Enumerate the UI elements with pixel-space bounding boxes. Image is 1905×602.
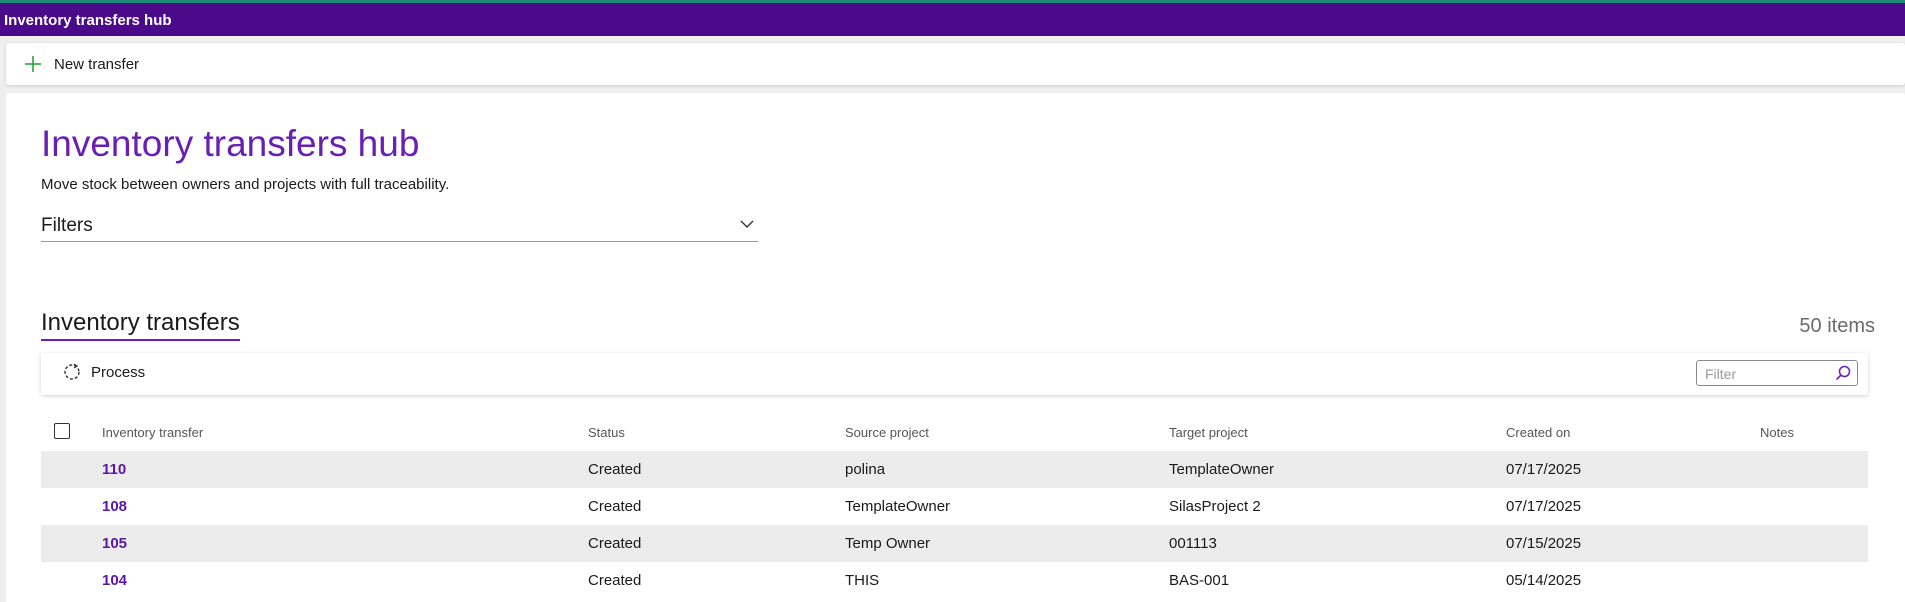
created-on-cell: 05/14/2025 bbox=[1506, 572, 1582, 589]
transfer-id-link[interactable]: 110 bbox=[102, 461, 126, 478]
app-titlebar: Inventory transfers hub bbox=[0, 0, 1905, 36]
grid-header: Inventory transfer Status Source project… bbox=[41, 411, 1868, 451]
command-bar: New transfer bbox=[6, 43, 1905, 85]
filter-input[interactable] bbox=[1703, 364, 1827, 384]
transfer-id-link[interactable]: 108 bbox=[102, 498, 127, 515]
target-project-cell: SilasProject 2 bbox=[1169, 498, 1261, 515]
transfer-id-link[interactable]: 104 bbox=[102, 572, 127, 589]
section-title: Inventory transfers bbox=[41, 309, 240, 341]
table-row[interactable]: 110 Created polina TemplateOwner 07/17/2… bbox=[41, 451, 1868, 488]
created-on-cell: 07/15/2025 bbox=[1506, 535, 1582, 552]
source-project-cell: polina bbox=[845, 461, 886, 478]
column-header[interactable]: Notes bbox=[1760, 425, 1794, 440]
table-row[interactable]: 104 Created THIS BAS-001 05/14/2025 bbox=[41, 562, 1868, 599]
grid-filter[interactable] bbox=[1696, 360, 1858, 386]
column-header[interactable]: Status bbox=[588, 425, 625, 440]
status-cell: Created bbox=[588, 572, 642, 589]
transfer-id-link[interactable]: 105 bbox=[102, 535, 127, 552]
filters-label: Filters bbox=[41, 215, 93, 236]
refresh-icon bbox=[64, 363, 80, 380]
main-content: Inventory transfers hub Move stock betwe… bbox=[6, 93, 1905, 602]
filters-expander[interactable]: Filters bbox=[41, 211, 758, 242]
search-icon[interactable] bbox=[1835, 365, 1851, 381]
status-cell: Created bbox=[588, 535, 642, 552]
grid-toolbar: Process bbox=[41, 353, 1868, 395]
app-title: Inventory transfers hub bbox=[4, 12, 172, 29]
source-project-cell: TemplateOwner bbox=[845, 498, 951, 515]
new-transfer-button[interactable]: New transfer bbox=[24, 51, 139, 77]
process-button[interactable]: Process bbox=[63, 363, 145, 381]
column-header[interactable]: Inventory transfer bbox=[102, 425, 203, 440]
table-row[interactable]: 108 Created TemplateOwner SilasProject 2… bbox=[41, 488, 1868, 525]
table-row[interactable]: 105 Created Temp Owner 001113 07/15/2025 bbox=[41, 525, 1868, 562]
target-project-cell: BAS-001 bbox=[1169, 572, 1230, 589]
page-title: Inventory transfers hub bbox=[41, 123, 420, 164]
source-project-cell: Temp Owner bbox=[845, 535, 931, 552]
created-on-cell: 07/17/2025 bbox=[1506, 461, 1582, 478]
created-on-cell: 07/17/2025 bbox=[1506, 498, 1582, 515]
process-label: Process bbox=[91, 363, 146, 381]
select-all-checkbox[interactable] bbox=[54, 423, 70, 439]
column-header[interactable]: Source project bbox=[845, 425, 929, 440]
target-project-cell: TemplateOwner bbox=[1169, 461, 1275, 478]
column-header[interactable]: Created on bbox=[1506, 425, 1570, 440]
target-project-cell: 001113 bbox=[1169, 535, 1217, 552]
page-subtitle: Move stock between owners and projects w… bbox=[41, 176, 450, 193]
plus-icon bbox=[25, 56, 41, 72]
chevron-down-icon bbox=[740, 220, 754, 228]
item-count: 50 items bbox=[1799, 315, 1875, 337]
transfers-grid: Inventory transfer Status Source project… bbox=[41, 411, 1868, 599]
new-transfer-label: New transfer bbox=[54, 55, 140, 73]
status-cell: Created bbox=[588, 498, 642, 515]
column-header[interactable]: Target project bbox=[1169, 425, 1248, 440]
source-project-cell: THIS bbox=[845, 572, 880, 589]
status-cell: Created bbox=[588, 461, 642, 478]
